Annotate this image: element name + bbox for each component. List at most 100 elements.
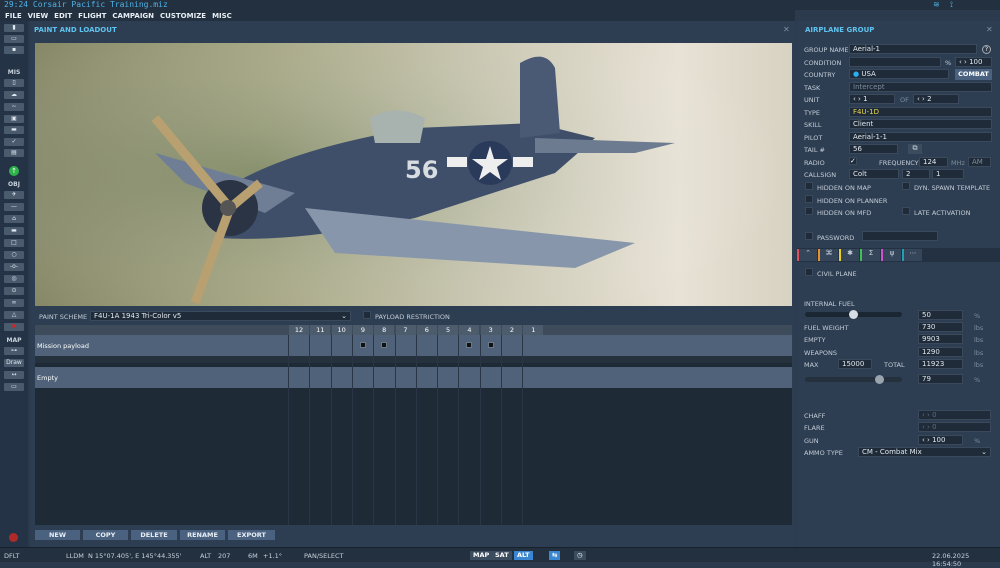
pylon-store-icon[interactable] — [381, 342, 388, 348]
callsign-number-1[interactable]: 2 — [902, 169, 930, 179]
close-icon[interactable]: ✕ — [783, 25, 790, 34]
late-activation-checkbox[interactable] — [902, 207, 910, 215]
password-input[interactable] — [862, 231, 938, 241]
dyn-spawn-checkbox[interactable] — [902, 182, 910, 190]
helicopter-icon[interactable]: — — [4, 203, 24, 211]
close-icon[interactable]: ✕ — [986, 25, 993, 34]
skill-select[interactable]: Client — [849, 119, 992, 129]
password-checkbox[interactable] — [805, 232, 813, 240]
pylon-store-icon[interactable] — [487, 342, 494, 348]
condition-stepper[interactable]: ‹ › 100 — [955, 57, 992, 67]
route-icon[interactable]: ~ — [4, 103, 24, 111]
new-button[interactable]: NEW — [35, 530, 80, 540]
unit-count-stepper[interactable]: ‹ › 2 — [913, 94, 959, 104]
radio-checkbox[interactable]: ✓ — [849, 157, 857, 165]
waypoint-icon[interactable]: -o- — [4, 263, 24, 271]
check-icon[interactable]: ✓ — [4, 138, 24, 146]
menu-edit[interactable]: EDIT — [54, 12, 72, 20]
table-row[interactable]: Mission payload — [35, 335, 792, 356]
fuel-slider-knob[interactable] — [849, 310, 858, 319]
save-icon[interactable]: ▪ — [4, 46, 24, 54]
pylon-store-icon[interactable] — [466, 342, 473, 348]
ruler-icon[interactable]: ↔ — [4, 371, 24, 379]
trigger-icon[interactable]: ▬ — [4, 126, 24, 134]
station-header: 1 — [523, 325, 544, 335]
tab-options-icon[interactable]: ✱ — [839, 249, 859, 261]
fuel-slider[interactable] — [805, 310, 902, 319]
rename-button[interactable]: RENAME — [180, 530, 225, 540]
zone-icon[interactable]: ⊙ — [4, 287, 24, 295]
hidden-on-planner-checkbox[interactable] — [805, 195, 813, 203]
static-object-icon[interactable]: □ — [4, 239, 24, 247]
airplane-icon[interactable]: ✈ — [4, 191, 24, 199]
unit-stepper[interactable]: ‹ › 1 — [849, 94, 895, 104]
delete-button[interactable]: DELETE — [131, 530, 177, 540]
menu-file[interactable]: FILE — [5, 12, 22, 20]
task-select[interactable]: Intercept — [849, 82, 992, 92]
alt-button[interactable]: ALT — [514, 551, 533, 560]
group-name-input[interactable]: Aerial-1 — [849, 44, 977, 54]
export-button[interactable]: EXPORT — [228, 530, 275, 540]
table-row[interactable]: Empty — [35, 367, 792, 388]
add-unit-icon[interactable]: ↑ — [9, 166, 19, 176]
payload-restriction-checkbox[interactable] — [363, 311, 371, 319]
tail-input[interactable]: 56 — [849, 144, 898, 154]
vehicle-icon[interactable]: ▬ — [4, 227, 24, 235]
weather-icon[interactable]: ☁ — [4, 91, 24, 99]
draw-button[interactable]: Draw — [4, 359, 24, 367]
layers-icon[interactable]: ▭ — [4, 383, 24, 391]
briefing-icon[interactable]: ▯ — [4, 79, 24, 87]
record-icon[interactable] — [9, 533, 18, 542]
civil-plane-checkbox[interactable] — [805, 268, 813, 276]
ship-icon[interactable]: ⌂ — [4, 215, 24, 223]
resources-icon[interactable]: ▤ — [4, 149, 24, 157]
tab-radio-icon[interactable]: ψ — [881, 249, 901, 261]
hidden-on-map-checkbox[interactable] — [805, 182, 813, 190]
help-icon[interactable]: ? — [982, 45, 991, 54]
paint-scheme-select[interactable]: F4U-1A 1943 Tri-Color v5 ⌄ — [90, 311, 351, 321]
callsign-select[interactable]: Colt — [849, 169, 899, 179]
pilot-input[interactable]: Aerial-1-1 — [849, 132, 992, 142]
menu-view[interactable]: VIEW — [28, 12, 49, 20]
combat-button[interactable]: COMBAT — [955, 69, 992, 80]
flare-stepper[interactable]: ‹ › 0 — [918, 422, 991, 432]
template-icon[interactable]: △ — [4, 311, 24, 319]
hidden-on-mfd-checkbox[interactable] — [805, 207, 813, 215]
clock-icon[interactable]: ◷ — [574, 551, 586, 560]
modulation-select[interactable]: AM — [968, 157, 991, 167]
gun-stepper[interactable]: ‹ › 100 — [918, 435, 963, 445]
formation-icon[interactable]: ∞ — [4, 299, 24, 307]
frequency-input[interactable]: 124 — [919, 157, 948, 167]
target-icon[interactable]: ◎ — [4, 275, 24, 283]
tab-summary-icon[interactable]: Σ — [860, 249, 880, 261]
copy-button[interactable]: COPY — [83, 530, 128, 540]
map-button[interactable]: MAP — [470, 551, 493, 560]
delete-icon[interactable]: ✖ — [4, 323, 24, 331]
profile-select[interactable]: DFLT — [4, 552, 19, 560]
type-select[interactable]: F4U-1D — [849, 107, 992, 117]
menu-customize[interactable]: CUSTOMIZE — [160, 12, 206, 20]
open-folder-icon[interactable]: ▭ — [4, 35, 24, 43]
new-file-icon[interactable]: ▮ — [4, 24, 24, 32]
menu-campaign[interactable]: CAMPAIGN — [112, 12, 154, 20]
country-select[interactable]: ● USA — [849, 69, 949, 79]
chaff-stepper[interactable]: ‹ › 0 — [918, 410, 991, 420]
menu-flight[interactable]: FLIGHT — [78, 12, 106, 20]
copy-icon[interactable]: ⧉ — [908, 144, 922, 154]
filter-icon[interactable]: ⇆ — [549, 551, 561, 560]
menu-misc[interactable]: MISC — [212, 12, 232, 20]
callsign-number-2[interactable]: 1 — [932, 169, 964, 179]
trigger-zone-icon[interactable]: ▣ — [4, 115, 24, 123]
key-icon[interactable]: ⊶ — [4, 347, 24, 355]
coord-mode[interactable]: LLDM — [66, 552, 84, 560]
ammo-type-select[interactable]: CM - Combat Mix ⌄ — [858, 447, 991, 457]
tab-route-icon[interactable]: ⌃ — [797, 249, 817, 261]
sat-button[interactable]: SAT — [492, 551, 512, 560]
pylon-store-icon[interactable] — [359, 342, 366, 348]
fuel-percent-input[interactable]: 50 — [918, 310, 963, 320]
mis-label: MIS — [7, 69, 21, 76]
column-divider — [501, 335, 502, 525]
group-icon[interactable]: ○ — [4, 251, 24, 259]
tab-more-icon[interactable]: ⋯ — [902, 249, 922, 261]
tab-loadout-icon[interactable]: ⌘ — [818, 249, 838, 261]
